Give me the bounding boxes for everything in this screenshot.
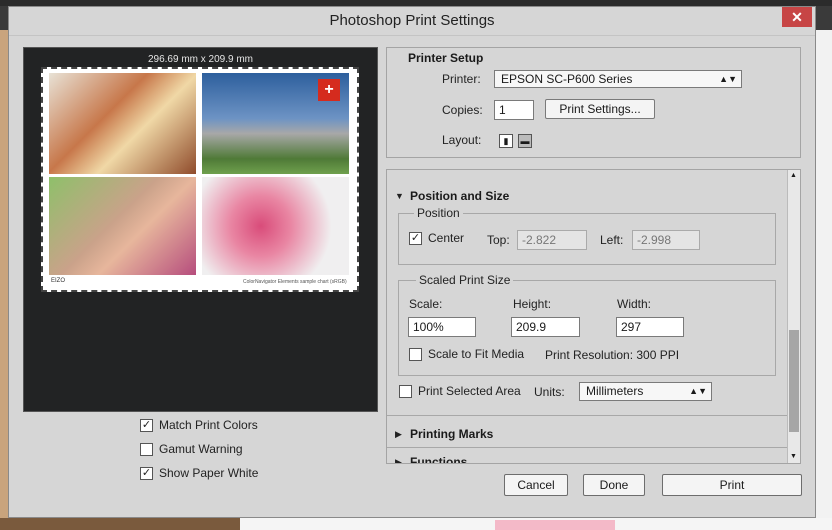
top-label: Top:	[487, 233, 510, 247]
divider	[387, 447, 787, 448]
height-input[interactable]: 209.9	[511, 317, 580, 337]
select-arrows-icon: ▲▼	[689, 386, 707, 396]
collapsed-triangle-icon[interactable]: ▶	[395, 457, 402, 463]
expanded-triangle-icon[interactable]: ▼	[395, 191, 404, 201]
print-preview: 296.69 mm x 209.9 mm + EIZO ColorNavigat…	[23, 47, 378, 412]
functions-title[interactable]: Functions	[410, 455, 467, 463]
width-input[interactable]: 297	[616, 317, 684, 337]
gamut-warning-checkbox[interactable]	[140, 443, 153, 456]
print-selected-area-checkbox[interactable]	[399, 385, 412, 398]
scroll-down-icon[interactable]: ▼	[790, 453, 797, 460]
position-group-title: Position	[414, 206, 463, 220]
title-bar[interactable]: Photoshop Print Settings ✕	[9, 7, 815, 36]
print-settings-dialog: Photoshop Print Settings ✕ 296.69 mm x 2…	[8, 6, 816, 518]
printer-select-value: EPSON SC-P600 Series	[501, 72, 633, 86]
center-label: Center	[428, 231, 465, 245]
cancel-button[interactable]: Cancel	[504, 474, 568, 496]
match-print-colors-label: Match Print Colors	[159, 418, 258, 432]
eizo-logo: EIZO	[51, 278, 66, 284]
scrollbar[interactable]: ▲ ▼	[787, 170, 800, 463]
show-paper-white-label: Show Paper White	[159, 466, 259, 480]
scroll-up-icon[interactable]: ▲	[790, 172, 797, 179]
match-print-colors-checkbox[interactable]: ✓	[140, 419, 153, 432]
left-label: Left:	[600, 233, 624, 247]
print-button[interactable]: Print	[662, 474, 802, 496]
units-label: Units:	[534, 385, 565, 399]
settings-scroll-panel: ▼ Position and Size Position ✓ Center To…	[386, 169, 801, 464]
photo-flowers	[202, 177, 349, 275]
copies-label: Copies:	[442, 103, 483, 117]
photo-breakfast	[49, 73, 196, 174]
background-left	[0, 30, 8, 518]
gamut-warning-label: Gamut Warning	[159, 442, 243, 456]
left-input[interactable]: -2.998	[632, 230, 700, 250]
sample-chart-label: ColorNavigator Elements sample chart (sR…	[243, 279, 347, 285]
paper-dimensions: 296.69 mm x 209.9 mm	[147, 54, 254, 65]
close-button[interactable]: ✕	[782, 7, 812, 27]
scale-label: Scale:	[409, 297, 443, 311]
printer-setup-title: Printer Setup	[408, 51, 484, 65]
swiss-flag-icon: +	[318, 79, 340, 101]
units-select[interactable]: Millimeters ▲▼	[579, 382, 712, 401]
portrait-icon[interactable]: ▮	[499, 134, 513, 148]
height-label: Height:	[513, 297, 552, 311]
scale-to-fit-checkbox[interactable]	[409, 348, 422, 361]
window-title: Photoshop Print Settings	[329, 12, 495, 29]
background-bottom-left	[0, 518, 240, 530]
divider	[387, 415, 787, 416]
printing-marks-title[interactable]: Printing Marks	[410, 427, 493, 441]
printer-setup-panel: Printer Setup Printer: EPSON SC-P600 Ser…	[386, 47, 801, 158]
landscape-icon[interactable]: ▬	[518, 134, 532, 148]
top-input[interactable]: -2.822	[517, 230, 587, 250]
center-checkbox[interactable]: ✓	[409, 232, 422, 245]
width-label: Width:	[617, 297, 652, 311]
layout-label: Layout:	[442, 133, 482, 147]
printer-label: Printer:	[442, 72, 481, 86]
print-selected-area-label: Print Selected Area	[418, 384, 521, 398]
collapsed-triangle-icon[interactable]: ▶	[395, 429, 402, 440]
printer-select[interactable]: EPSON SC-P600 Series ▲▼	[494, 70, 742, 88]
background-bottom-pink	[495, 520, 615, 530]
print-resolution: Print Resolution: 300 PPI	[545, 348, 680, 362]
scale-to-fit-label: Scale to Fit Media	[428, 347, 525, 361]
photo-children	[49, 177, 196, 275]
done-button[interactable]: Done	[583, 474, 645, 496]
position-size-title[interactable]: Position and Size	[410, 189, 509, 203]
scaled-size-title: Scaled Print Size	[416, 273, 514, 287]
paper-sheet: + EIZO ColorNavigator Elements sample ch…	[41, 67, 359, 292]
units-select-value: Millimeters	[586, 384, 644, 398]
background-right	[816, 30, 832, 530]
show-paper-white-checkbox[interactable]: ✓	[140, 467, 153, 480]
print-settings-button[interactable]: Print Settings...	[545, 99, 655, 119]
photo-mountain: +	[202, 73, 349, 174]
copies-input[interactable]: 1	[494, 100, 534, 120]
scale-input[interactable]: 100%	[408, 317, 476, 337]
scrollbar-thumb[interactable]	[789, 330, 799, 432]
select-arrows-icon: ▲▼	[719, 74, 737, 84]
